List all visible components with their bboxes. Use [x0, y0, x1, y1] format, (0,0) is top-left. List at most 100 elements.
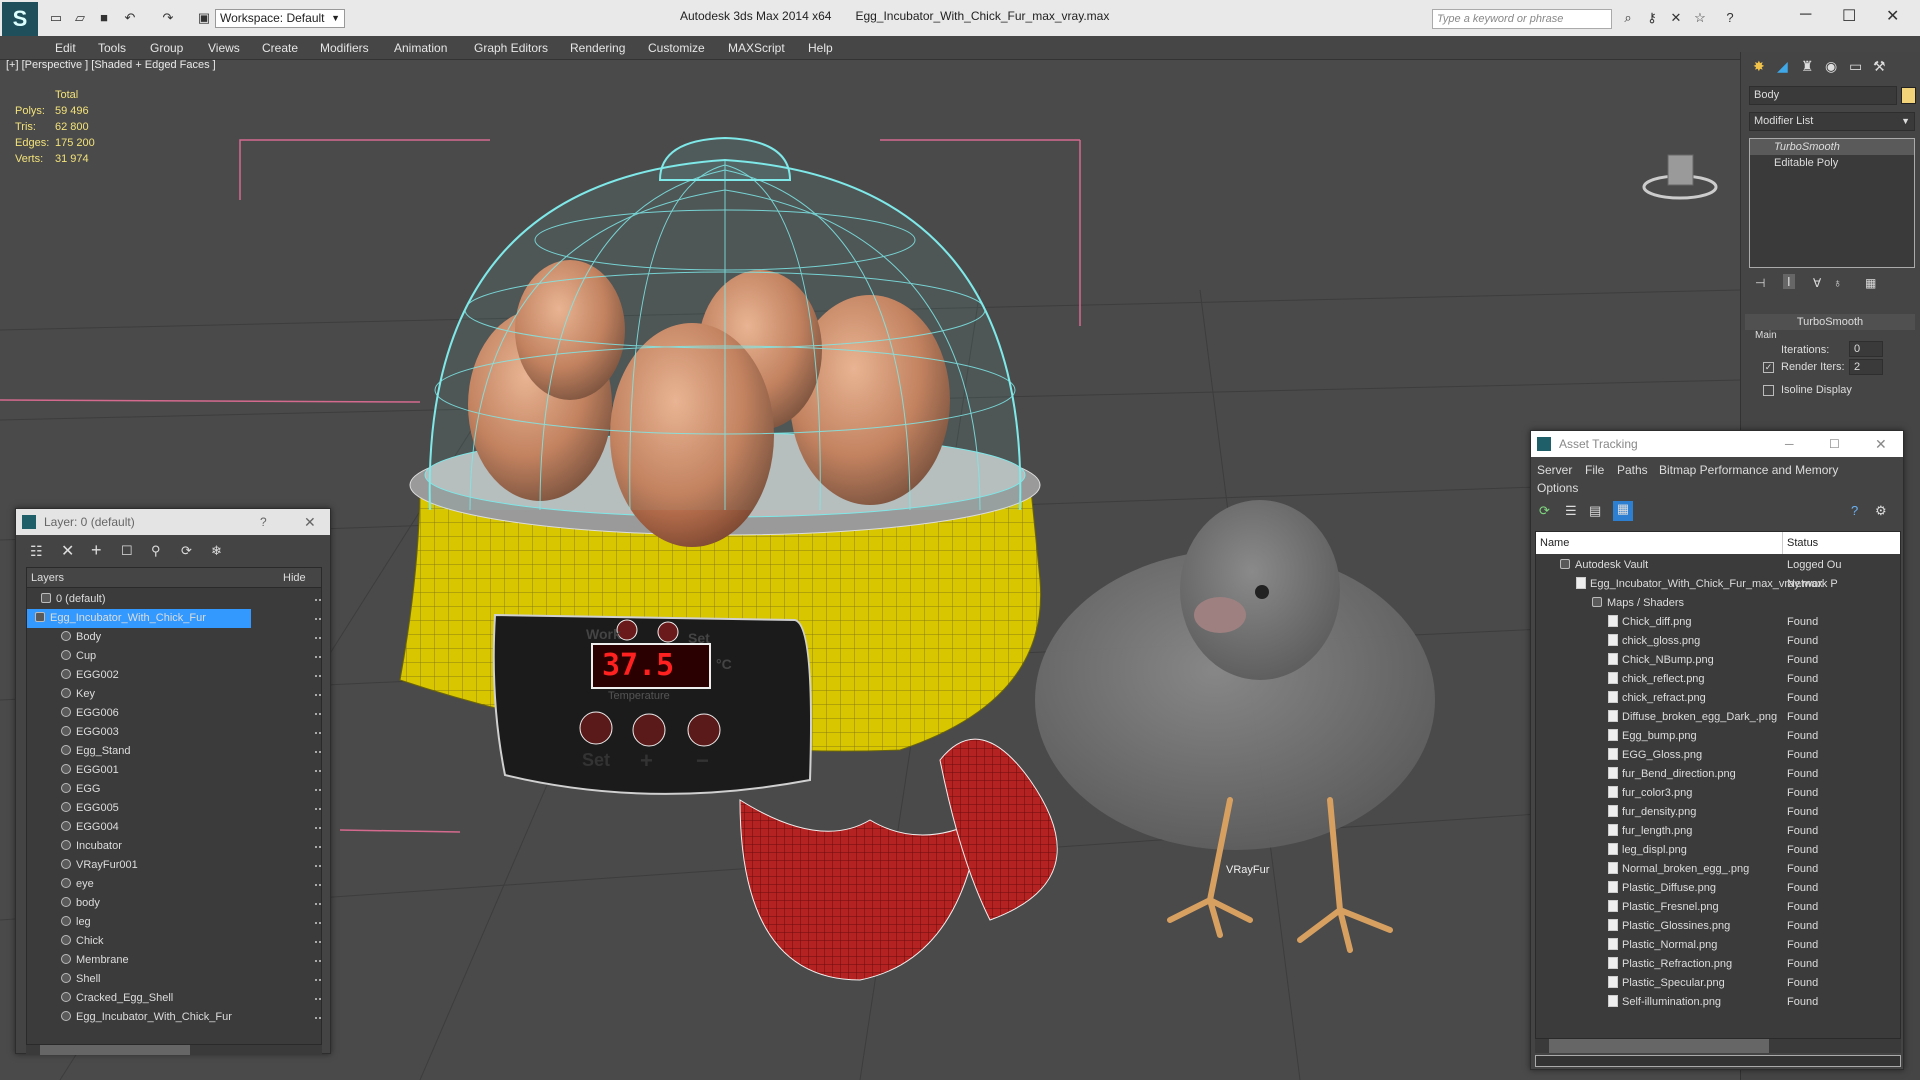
close-icon[interactable]: ✕: [1886, 6, 1899, 26]
asset-path-field[interactable]: [1535, 1055, 1901, 1067]
layer-object-row[interactable]: body: [27, 894, 100, 913]
asset-row-file[interactable]: Plastic_Fresnel.png: [1536, 898, 1900, 917]
settings-icon[interactable]: ⚙: [1875, 503, 1887, 519]
minimize-icon[interactable]: ─: [1800, 6, 1811, 24]
help-button[interactable]: ?: [260, 509, 267, 535]
asset-row-file[interactable]: Chick_diff.png: [1536, 613, 1900, 632]
layer-object-row[interactable]: Cracked_Egg_Shell: [27, 989, 173, 1008]
col-hide[interactable]: Hide: [283, 572, 306, 584]
binoculars-icon[interactable]: ⌕: [1620, 10, 1636, 26]
hide-toggle[interactable]: [315, 637, 321, 639]
asset-h-scrollbar[interactable]: [1535, 1039, 1901, 1053]
workspace-dropdown[interactable]: Workspace: Default ▼: [215, 9, 345, 28]
hide-toggle[interactable]: [315, 751, 321, 753]
hide-toggle[interactable]: [315, 808, 321, 810]
asset-row-folder[interactable]: Maps / Shaders: [1536, 594, 1900, 613]
layer-object-row[interactable]: leg: [27, 913, 91, 932]
asset-row-file[interactable]: Plastic_Diffuse.png: [1536, 879, 1900, 898]
layer-object-row[interactable]: Chick: [27, 932, 104, 951]
layer-object-row[interactable]: VRayFur001: [27, 856, 138, 875]
hide-toggle[interactable]: [315, 713, 321, 715]
menu-help[interactable]: Help: [808, 41, 833, 55]
layer-object-row[interactable]: eye: [27, 875, 94, 894]
maximize-icon[interactable]: ☐: [1842, 6, 1856, 26]
menu-maxscript[interactable]: MAXScript: [728, 41, 785, 55]
hide-toggle[interactable]: [315, 979, 321, 981]
layer-object-row[interactable]: Egg_Stand: [27, 742, 130, 761]
configure-sets-icon[interactable]: ▦: [1865, 276, 1876, 290]
add-to-layer-icon[interactable]: +: [91, 540, 102, 561]
modify-tab-icon[interactable]: ◢: [1777, 58, 1788, 75]
menu-modifiers[interactable]: Modifiers: [320, 41, 369, 55]
layer-row-default[interactable]: 0 (default): [27, 590, 321, 609]
layer-object-row[interactable]: EGG003: [27, 723, 119, 742]
object-color-swatch[interactable]: [1901, 87, 1916, 104]
asset-row-file[interactable]: Self-illumination.png: [1536, 993, 1900, 1012]
new-file-icon[interactable]: ▭: [48, 10, 64, 26]
hide-toggle[interactable]: [315, 656, 321, 658]
refresh-icon[interactable]: ⟳: [1539, 503, 1550, 519]
menu-tools[interactable]: Tools: [98, 41, 126, 55]
hide-toggle[interactable]: [315, 865, 321, 867]
layer-object-row[interactable]: Egg_Incubator_With_Chick_Fur: [27, 1008, 232, 1027]
asset-row-file[interactable]: fur_density.png: [1536, 803, 1900, 822]
layer-window-titlebar[interactable]: Layer: 0 (default) ? ✕: [16, 509, 330, 535]
undo-icon[interactable]: ↶: [122, 10, 138, 26]
stack-item-turbosmooth[interactable]: TurboSmooth: [1750, 139, 1914, 155]
layer-object-row[interactable]: Body: [27, 628, 101, 647]
hide-toggle[interactable]: [315, 922, 321, 924]
pin-stack-icon[interactable]: ⊣: [1755, 276, 1765, 290]
freeze-all-icon[interactable]: ❄: [211, 543, 222, 559]
iterations-spinner[interactable]: 0: [1849, 341, 1883, 357]
hide-all-icon[interactable]: ⟳: [181, 543, 192, 559]
hide-toggle[interactable]: [315, 618, 321, 620]
render-iters-spinner[interactable]: 2: [1849, 359, 1883, 375]
menu-graph-editors[interactable]: Graph Editors: [474, 41, 548, 55]
layer-object-row[interactable]: Cup: [27, 647, 96, 666]
menu-bitmap-performance[interactable]: Bitmap Performance and Memory: [1659, 463, 1838, 477]
search-input[interactable]: Type a keyword or phrase: [1432, 9, 1612, 29]
list-view-icon[interactable]: ☰: [1565, 503, 1577, 519]
rollout-turbosmooth-header[interactable]: TurboSmooth: [1745, 314, 1915, 330]
layer-object-row[interactable]: Incubator: [27, 837, 122, 856]
maximize-icon[interactable]: ☐: [1829, 431, 1840, 457]
hide-toggle[interactable]: [315, 770, 321, 772]
layer-h-scrollbar[interactable]: [26, 1045, 322, 1055]
asset-row-file[interactable]: chick_reflect.png: [1536, 670, 1900, 689]
asset-row-file[interactable]: leg_displ.png: [1536, 841, 1900, 860]
hide-toggle[interactable]: [315, 884, 321, 886]
hide-toggle[interactable]: [315, 694, 321, 696]
layer-object-row[interactable]: EGG004: [27, 818, 119, 837]
close-icon[interactable]: ✕: [304, 509, 316, 535]
hide-toggle[interactable]: [315, 998, 321, 1000]
remove-modifier-icon[interactable]: ♁: [1833, 276, 1842, 290]
layer-object-row[interactable]: EGG001: [27, 761, 119, 780]
key-icon[interactable]: ⚷: [1644, 10, 1660, 26]
redo-icon[interactable]: ↷: [160, 10, 176, 26]
highlight-layer-icon[interactable]: ⚲: [151, 543, 161, 559]
menu-options[interactable]: Options: [1537, 481, 1578, 495]
menu-rendering[interactable]: Rendering: [570, 41, 625, 55]
menu-server[interactable]: Server: [1537, 463, 1572, 477]
menu-views[interactable]: Views: [208, 41, 240, 55]
asset-row-file[interactable]: Chick_NBump.png: [1536, 651, 1900, 670]
asset-row-file[interactable]: chick_refract.png: [1536, 689, 1900, 708]
asset-row-file[interactable]: Diffuse_broken_egg_Dark_.png: [1536, 708, 1900, 727]
menu-create[interactable]: Create: [262, 41, 298, 55]
close-icon[interactable]: ✕: [1875, 431, 1887, 457]
menu-paths[interactable]: Paths: [1617, 463, 1648, 477]
asset-row-maxfile[interactable]: Egg_Incubator_With_Chick_Fur_max_vray.ma…: [1536, 575, 1900, 594]
show-end-result-icon[interactable]: I: [1783, 274, 1795, 289]
modifier-list-dropdown[interactable]: Modifier List ▼: [1749, 112, 1915, 131]
layer-object-row[interactable]: EGG002: [27, 666, 119, 685]
make-unique-icon[interactable]: ∀: [1813, 276, 1821, 290]
hide-toggle[interactable]: [315, 732, 321, 734]
minimize-icon[interactable]: ─: [1785, 431, 1794, 457]
hide-toggle[interactable]: [315, 675, 321, 677]
table-view-icon[interactable]: ▦: [1613, 501, 1633, 521]
asset-row-file[interactable]: fur_Bend_direction.png: [1536, 765, 1900, 784]
asset-row-file[interactable]: fur_color3.png: [1536, 784, 1900, 803]
asset-row-file[interactable]: Plastic_Glossines.png: [1536, 917, 1900, 936]
isoline-display-checkbox[interactable]: [1763, 385, 1774, 396]
hide-toggle[interactable]: [315, 903, 321, 905]
